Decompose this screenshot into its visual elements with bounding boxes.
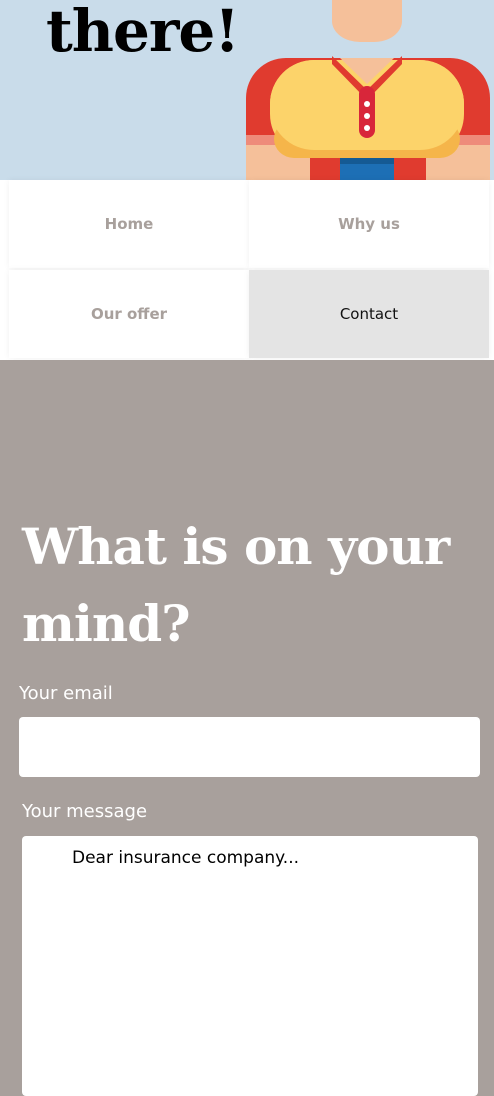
- message-field[interactable]: [22, 836, 478, 1096]
- contact-heading: What is on your mind?: [22, 517, 450, 653]
- nav-item-contact[interactable]: Contact: [249, 270, 489, 358]
- contact-section: What is on your mind? Your email Your me…: [0, 360, 494, 1096]
- email-field[interactable]: [19, 717, 480, 777]
- person-illustration: [246, 0, 490, 180]
- message-label: Your message: [22, 801, 148, 822]
- nav-item-home[interactable]: Home: [9, 180, 249, 268]
- hero-title: there!: [46, 0, 240, 65]
- email-label: Your email: [19, 683, 113, 704]
- nav-item-our-offer[interactable]: Our offer: [9, 270, 249, 358]
- nav-item-why-us[interactable]: Why us: [249, 180, 489, 268]
- hero-section: there!: [0, 0, 494, 180]
- main-nav: Home Why us Our offer Contact: [0, 180, 494, 360]
